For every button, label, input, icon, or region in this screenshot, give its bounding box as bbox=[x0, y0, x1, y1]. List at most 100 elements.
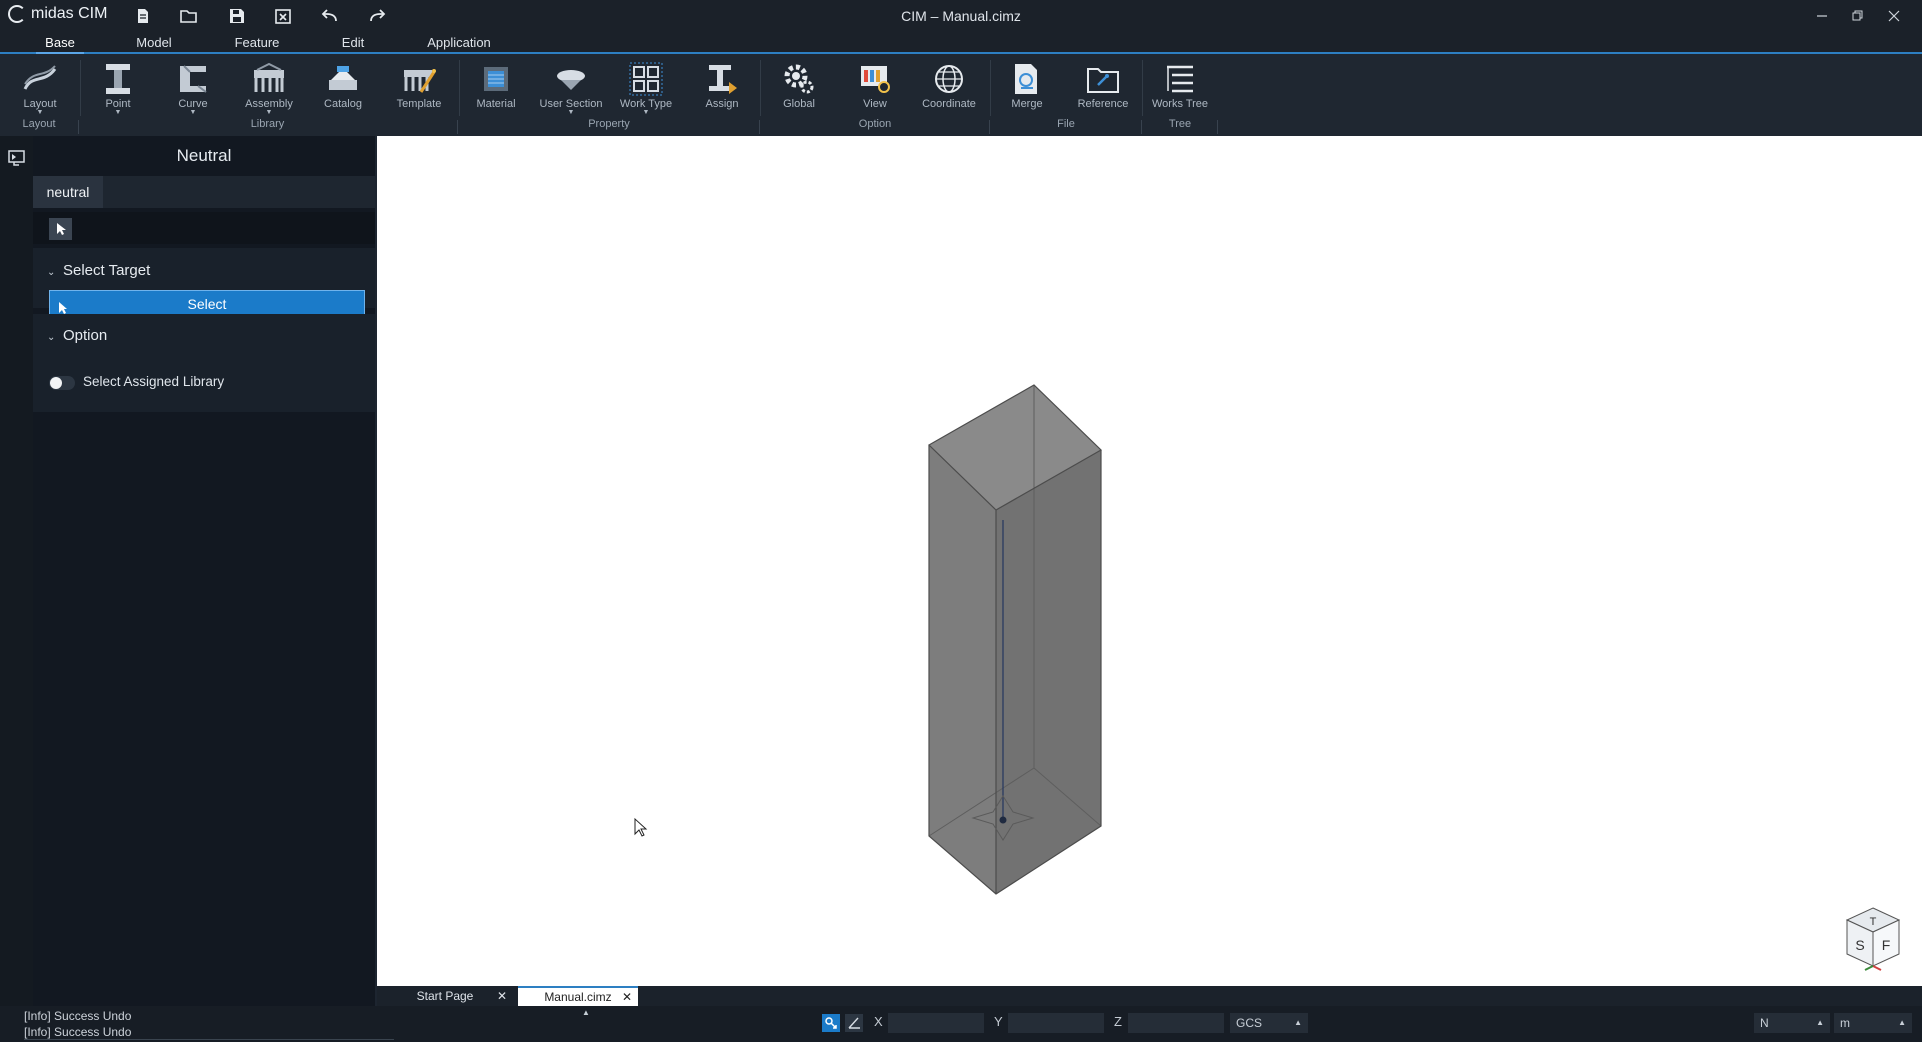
point-button[interactable]: Point ▼ bbox=[96, 60, 140, 120]
layout-button[interactable]: Layout ▼ bbox=[18, 60, 62, 120]
tab-application[interactable]: Application bbox=[420, 33, 498, 52]
toggle-knob bbox=[50, 377, 62, 389]
select-assigned-library-label: Select Assigned Library bbox=[83, 374, 225, 389]
group-separator bbox=[457, 120, 458, 134]
reference-icon bbox=[1083, 60, 1123, 98]
length-unit-select[interactable]: m ▲ bbox=[1834, 1013, 1912, 1033]
new-file-icon[interactable] bbox=[131, 5, 155, 27]
neutral-panel: Neutral neutral ⌄ Select Target Select ⌄ O… bbox=[33, 136, 375, 1006]
select-assigned-library-toggle[interactable] bbox=[49, 376, 75, 390]
undo-icon[interactable] bbox=[318, 5, 342, 27]
coordinate-button[interactable]: Coordinate bbox=[918, 60, 980, 120]
ribbon-separator bbox=[459, 60, 460, 116]
close-tab-icon[interactable]: ✕ bbox=[497, 986, 507, 1006]
panel-title: Neutral bbox=[176, 146, 232, 165]
snap-icon[interactable] bbox=[822, 1014, 840, 1032]
pointer-tool-button[interactable] bbox=[49, 218, 72, 240]
ribbon-separator bbox=[990, 60, 991, 116]
dropdown-caret-icon: ▼ bbox=[114, 109, 122, 116]
box-left-face bbox=[929, 445, 996, 894]
log-expand-icon[interactable]: ▲ bbox=[582, 1008, 590, 1017]
z-coord-input[interactable] bbox=[1128, 1013, 1224, 1033]
ribbon-separator bbox=[80, 60, 81, 116]
close-file-icon[interactable] bbox=[271, 5, 295, 27]
point-icon bbox=[98, 60, 138, 98]
redo-icon[interactable] bbox=[365, 5, 389, 27]
ribbon-separator bbox=[760, 60, 761, 116]
save-icon[interactable] bbox=[225, 5, 249, 27]
assign-icon bbox=[702, 60, 742, 98]
tab-neutral[interactable]: neutral bbox=[33, 176, 103, 208]
group-separator bbox=[78, 120, 79, 134]
midas-logo-icon bbox=[8, 5, 26, 23]
dropdown-caret-icon: ▼ bbox=[567, 109, 575, 116]
merge-icon bbox=[1007, 60, 1047, 98]
gear-icon bbox=[779, 60, 819, 98]
tab-edit[interactable]: Edit bbox=[333, 33, 373, 52]
3d-viewport[interactable]: T S F bbox=[377, 136, 1922, 986]
ribbon: Layout ▼ Point ▼ Curve ▼ Assembly ▼ Cata… bbox=[0, 54, 1922, 136]
chevron-up-icon: ▲ bbox=[1294, 1018, 1302, 1027]
close-window-icon[interactable] bbox=[1880, 4, 1908, 28]
view-icon bbox=[855, 60, 895, 98]
view-cube-left[interactable]: S bbox=[1855, 937, 1864, 953]
catalog-button[interactable]: Catalog bbox=[320, 60, 366, 120]
y-coord-input[interactable] bbox=[1008, 1013, 1104, 1033]
view-cube[interactable]: T S F bbox=[1841, 904, 1905, 972]
group-separator bbox=[1141, 120, 1142, 134]
app-logo: midas CIM bbox=[8, 5, 107, 23]
global-button[interactable]: Global bbox=[777, 60, 821, 120]
template-button[interactable]: Template bbox=[394, 60, 444, 120]
doc-tab-start-page[interactable]: Start Page ✕ bbox=[377, 986, 513, 1006]
close-tab-icon[interactable]: ✕ bbox=[622, 988, 632, 1006]
y-coord-label: Y bbox=[994, 1014, 1003, 1029]
log-line: [Info] Success Undo bbox=[24, 1009, 132, 1023]
curve-icon bbox=[173, 60, 213, 98]
catalog-icon bbox=[323, 60, 363, 98]
base-point bbox=[999, 816, 1007, 824]
dropdown-caret-icon: ▼ bbox=[189, 109, 197, 116]
model-scene bbox=[634, 384, 1102, 895]
option-header[interactable]: ⌄ Option bbox=[47, 327, 107, 344]
tree-icon bbox=[1160, 60, 1200, 98]
reference-button[interactable]: Reference bbox=[1076, 60, 1130, 120]
works-tree-button[interactable]: Works Tree bbox=[1152, 60, 1208, 120]
view-cube-top[interactable]: T bbox=[1870, 916, 1877, 928]
merge-button[interactable]: Merge bbox=[1005, 60, 1049, 120]
force-unit-select[interactable]: N ▲ bbox=[1754, 1013, 1830, 1033]
user-section-button[interactable]: User Section ▼ bbox=[538, 60, 604, 120]
cursor-icon bbox=[56, 223, 66, 235]
dropdown-caret-icon: ▼ bbox=[36, 109, 44, 116]
tab-feature[interactable]: Feature bbox=[226, 33, 288, 52]
select-target-header[interactable]: ⌄ Select Target bbox=[47, 262, 150, 279]
user-section-icon bbox=[551, 60, 591, 98]
assembly-button[interactable]: Assembly ▼ bbox=[244, 60, 294, 120]
panel-toggle-icon[interactable] bbox=[8, 150, 26, 171]
tab-base[interactable]: Base bbox=[36, 33, 84, 54]
group-option-label: Option bbox=[858, 118, 892, 130]
open-folder-icon[interactable] bbox=[177, 5, 201, 27]
group-layout-label: Layout bbox=[22, 118, 56, 130]
coord-system-select[interactable]: GCS ▲ bbox=[1230, 1013, 1308, 1033]
x-coord-input[interactable] bbox=[888, 1013, 984, 1033]
chevron-up-icon: ▲ bbox=[1816, 1018, 1824, 1027]
work-type-button[interactable]: Work Type ▼ bbox=[619, 60, 673, 120]
group-separator bbox=[759, 120, 760, 134]
restore-icon[interactable] bbox=[1844, 4, 1872, 28]
curve-button[interactable]: Curve ▼ bbox=[171, 60, 215, 120]
doc-tab-manual[interactable]: Manual.cimz ✕ bbox=[518, 986, 638, 1006]
globe-icon bbox=[929, 60, 969, 98]
material-button[interactable]: Material bbox=[474, 60, 518, 120]
chevron-up-icon: ▲ bbox=[1898, 1018, 1906, 1027]
minimize-icon[interactable] bbox=[1808, 4, 1836, 28]
log-divider bbox=[24, 1039, 394, 1040]
left-toolstrip bbox=[0, 136, 33, 1006]
view-cube-right[interactable]: F bbox=[1882, 937, 1891, 953]
assign-button[interactable]: Assign bbox=[700, 60, 744, 120]
tab-model[interactable]: Model bbox=[128, 33, 180, 52]
panel-tabs: neutral bbox=[33, 176, 375, 208]
mouse-cursor-icon bbox=[634, 817, 648, 837]
angle-icon[interactable] bbox=[845, 1014, 863, 1032]
view-button[interactable]: View bbox=[853, 60, 897, 120]
template-icon bbox=[399, 60, 439, 98]
